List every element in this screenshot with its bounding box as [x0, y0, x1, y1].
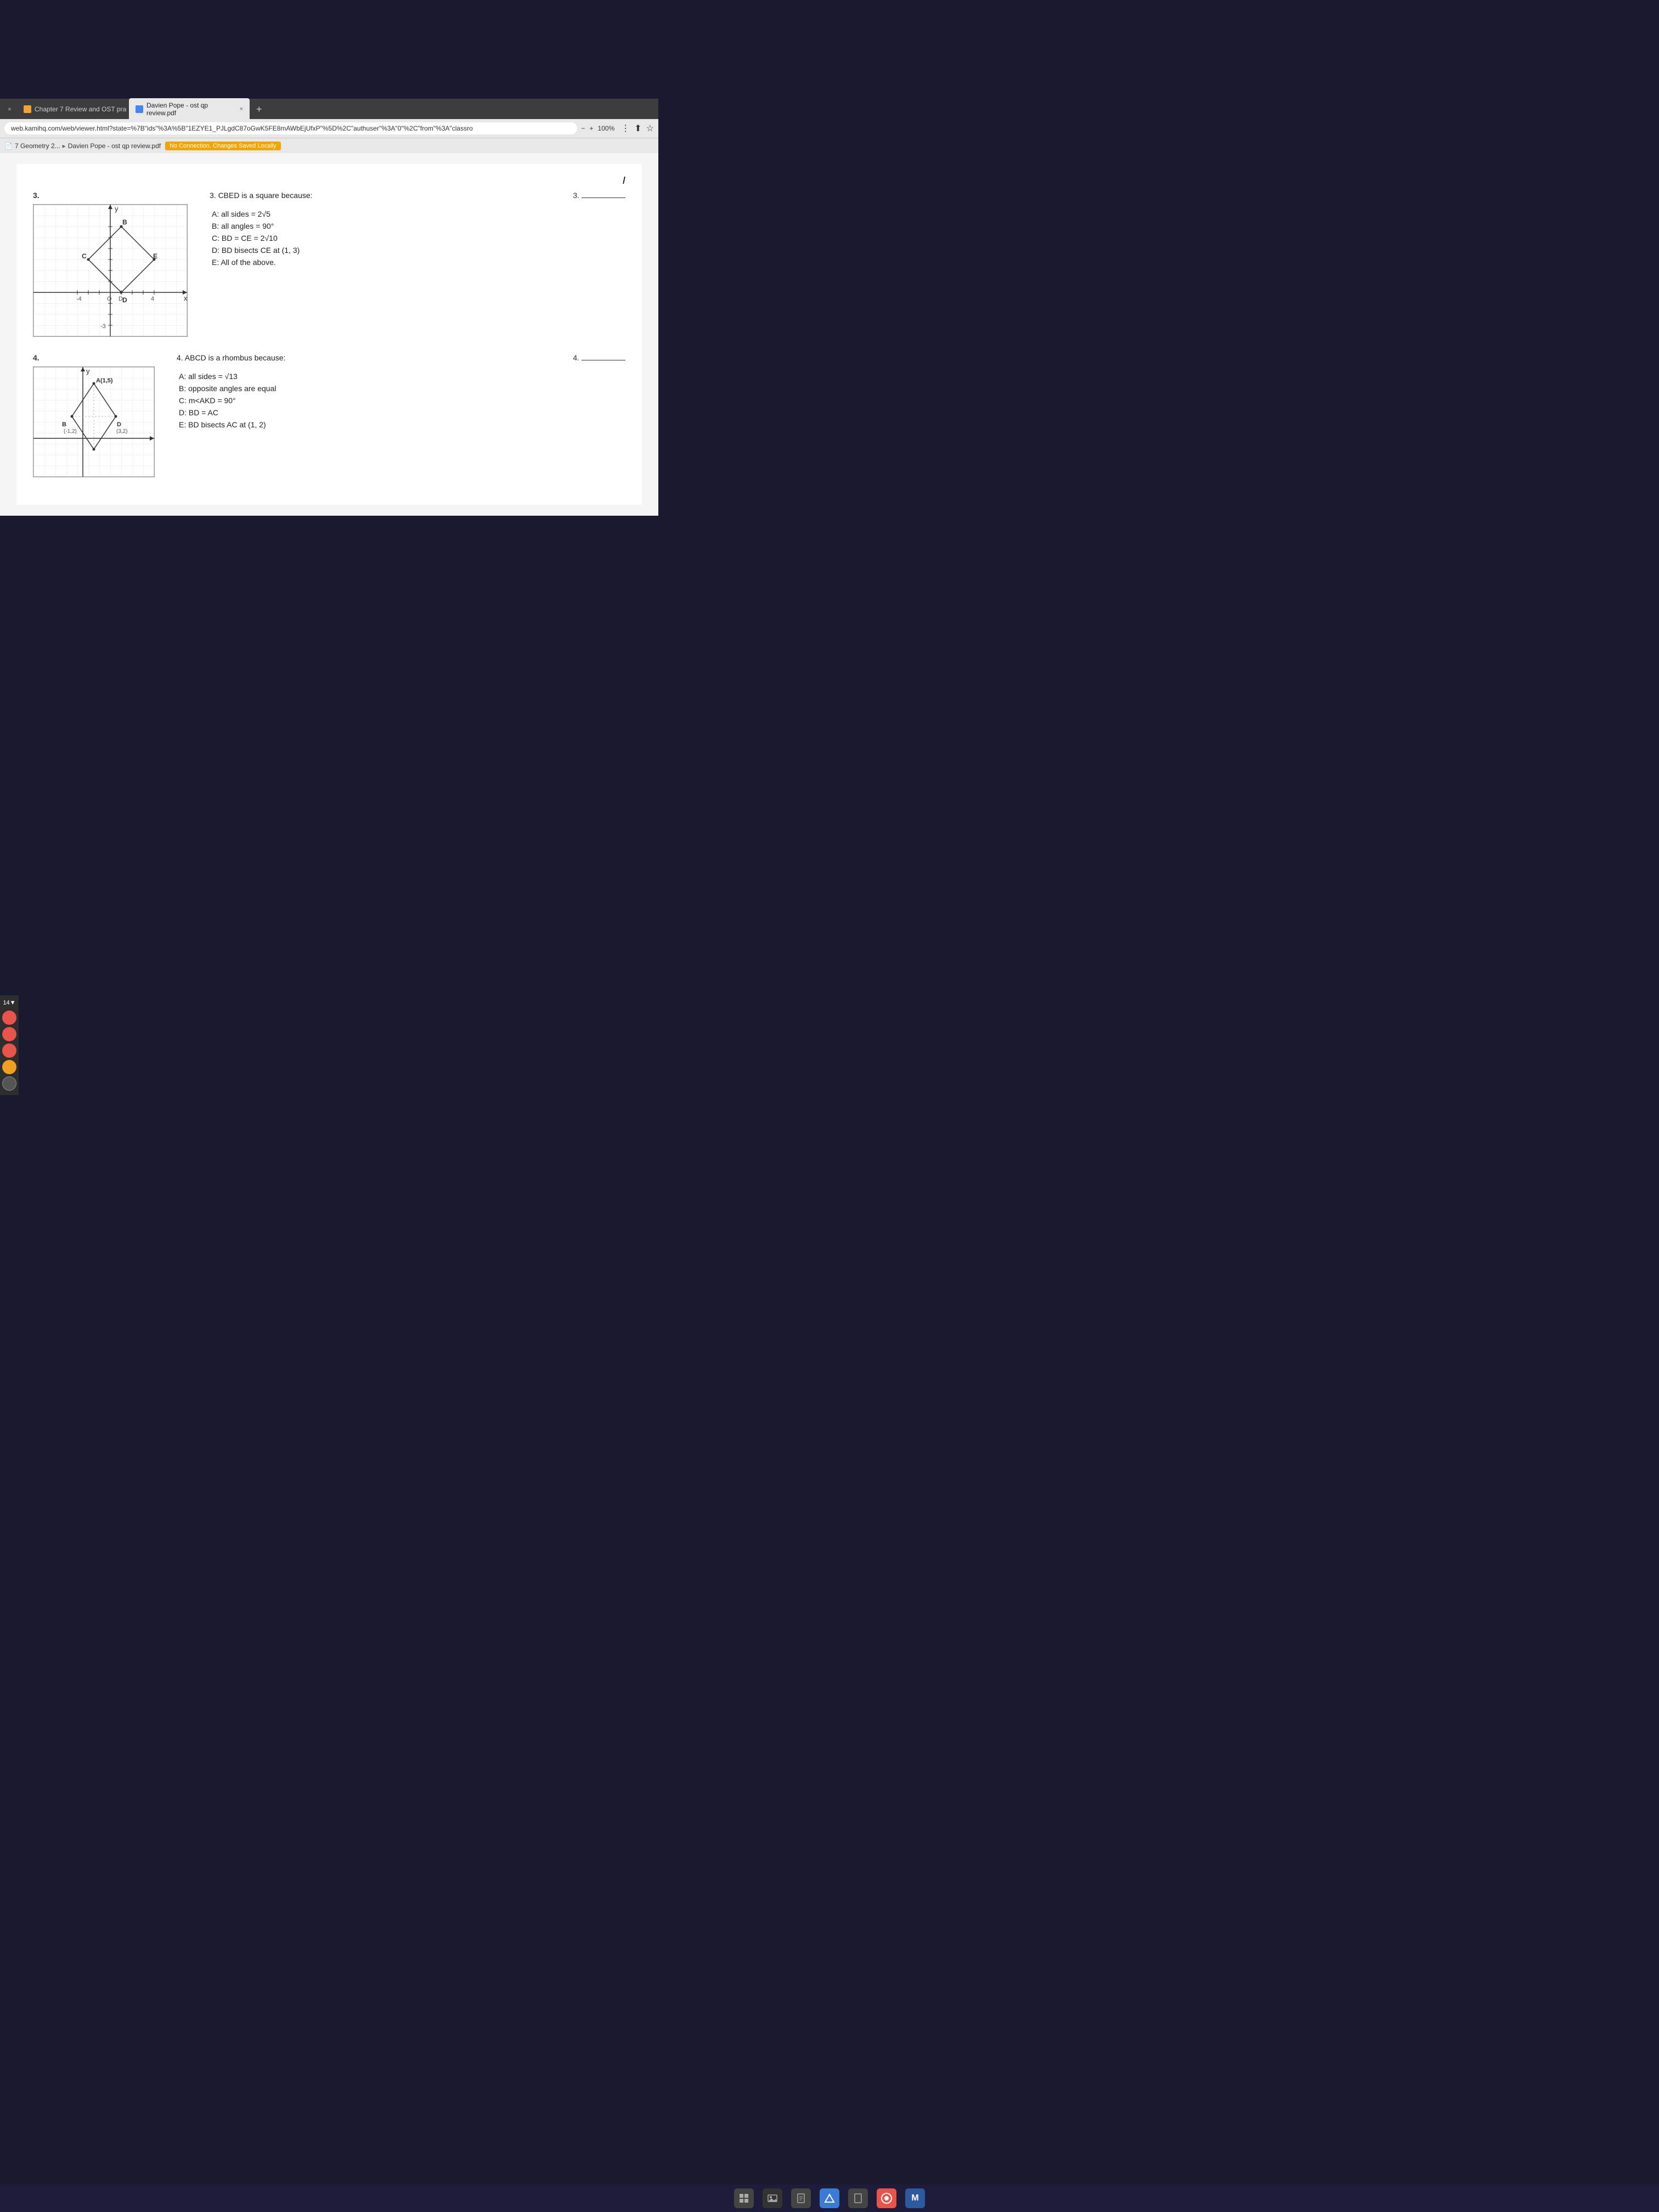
browser-chrome: × Chapter 7 Review and OST pract × Davie…	[0, 99, 658, 153]
taskbar: M	[0, 2185, 1659, 2212]
choice-3c: C: BD = CE = 2√10	[210, 234, 625, 242]
tab-favicon-active	[136, 105, 143, 113]
new-tab-button[interactable]: +	[252, 104, 267, 115]
cursor-indicator: 𝐼	[33, 175, 625, 187]
zoom-level: 100%	[598, 125, 615, 132]
address-bar-row: web.kamihq.com/web/viewer.html?state=%7B…	[0, 119, 658, 138]
problem-3-graph-area: 3.	[33, 191, 188, 337]
svg-text:x: x	[184, 294, 187, 302]
problem-4-grid: y A(1,5)	[33, 366, 155, 477]
tab-favicon-inactive	[24, 105, 31, 113]
problem-3-section: 3.	[33, 191, 625, 337]
breadcrumb-separator: ▸	[63, 142, 66, 150]
svg-text:O: O	[107, 296, 112, 302]
share-button[interactable]: ⬆	[634, 123, 641, 134]
problem-4-blank-label: 4.	[573, 353, 625, 362]
page-content: 𝐼 3.	[16, 164, 642, 505]
taskbar-grid-icon[interactable]	[734, 2188, 754, 2208]
toolbar-row: 📄 7 Geometry 2... ▸ Davien Pope - ost qp…	[0, 138, 658, 153]
svg-text:B: B	[62, 421, 66, 428]
tab-bar: × Chapter 7 Review and OST pract × Davie…	[0, 99, 658, 119]
m-label: M	[911, 2193, 918, 2203]
problem-4-graph-area: 4.	[33, 353, 155, 477]
taskbar-triangle-icon[interactable]	[820, 2188, 839, 2208]
sidebar-panel: 14▼	[0, 995, 19, 1095]
circle-btn-1[interactable]	[2, 1011, 16, 1025]
choice-4a: A: all sides = √13	[177, 372, 625, 381]
problem-4-svg: y A(1,5)	[33, 367, 154, 477]
plus-button[interactable]: +	[590, 125, 594, 132]
address-bar[interactable]: web.kamihq.com/web/viewer.html?state=%7B…	[4, 122, 577, 134]
problem-3-header: 3. CBED is a square because: 3.	[210, 191, 625, 205]
problem-4-section: 4.	[33, 353, 625, 477]
tab-active-label: Davien Pope - ost qp review.pdf	[146, 101, 234, 117]
svg-text:-4: -4	[76, 296, 82, 302]
problem-3-grid: y x -4 O D 4 -3	[33, 204, 188, 337]
svg-text:C: C	[82, 252, 87, 260]
svg-text:A(1,5): A(1,5)	[96, 377, 113, 384]
breadcrumb-root[interactable]: 7 Geometry 2...	[15, 142, 60, 150]
problem-4-choices: 4. ABCD is a rhombus because: 4. A: all …	[177, 353, 625, 432]
problem-4-header: 4. ABCD is a rhombus because: 4.	[177, 353, 625, 368]
tab-inactive-label: Chapter 7 Review and OST pract	[35, 105, 127, 113]
breadcrumb-icon: 📄	[4, 142, 13, 150]
choice-4d: D: BD = AC	[177, 408, 625, 417]
choice-3b: B: all angles = 90°	[210, 222, 625, 230]
taskbar-doc-icon[interactable]	[791, 2188, 811, 2208]
minus-button[interactable]: −	[582, 125, 585, 132]
choice-4c: C: m<AKD = 90°	[177, 396, 625, 405]
choice-3a: A: all sides = 2√5	[210, 210, 625, 218]
problem-3-svg: y x -4 O D 4 -3	[33, 205, 187, 336]
circle-btn-3[interactable]	[2, 1043, 16, 1058]
breadcrumb: 📄 7 Geometry 2... ▸ Davien Pope - ost qp…	[4, 142, 161, 150]
svg-text:-3: -3	[100, 323, 106, 330]
problem-4-number: 4.	[33, 353, 155, 362]
url-text: web.kamihq.com/web/viewer.html?state=%7B…	[11, 125, 473, 132]
choice-3e: E: All of the above.	[210, 258, 625, 267]
svg-text:y: y	[115, 205, 119, 213]
taskbar-m-icon[interactable]: M	[905, 2188, 925, 2208]
breadcrumb-child[interactable]: Davien Pope - ost qp review.pdf	[68, 142, 161, 150]
tab-active[interactable]: Davien Pope - ost qp review.pdf ×	[129, 98, 250, 120]
tab-inactive[interactable]: Chapter 7 Review and OST pract ×	[17, 102, 127, 116]
choice-4e: E: BD bisects AC at (1, 2)	[177, 420, 625, 429]
taskbar-doc2-icon[interactable]	[848, 2188, 868, 2208]
more-options-button[interactable]: ⋮	[621, 123, 630, 134]
circle-btn-2[interactable]	[2, 1027, 16, 1041]
problem-3-blank-label: 3.	[573, 191, 625, 200]
cursor-symbol: 𝐼	[623, 175, 625, 186]
svg-text:y: y	[86, 367, 90, 375]
problem-4-question: 4. ABCD is a rhombus because:	[177, 353, 285, 362]
close-button[interactable]: ×	[4, 104, 15, 114]
svg-text:B: B	[122, 218, 127, 226]
problem-3-number: 3.	[33, 191, 188, 200]
svg-text:(3,2): (3,2)	[116, 428, 128, 435]
problem-3-choices: 3. CBED is a square because: 3. A: all s…	[210, 191, 625, 270]
choice-3d: D: BD bisects CE at (1, 3)	[210, 246, 625, 255]
bookmark-button[interactable]: ☆	[646, 123, 654, 134]
svg-text:4: 4	[151, 296, 154, 302]
main-content: 𝐼 3.	[0, 153, 658, 516]
circle-btn-4[interactable]	[2, 1060, 16, 1074]
status-badge: No Connection. Changes Saved Locally	[165, 142, 280, 150]
circle-btn-5[interactable]	[2, 1076, 16, 1091]
taskbar-chrome-icon[interactable]	[877, 2188, 896, 2208]
tab-active-close[interactable]: ×	[240, 106, 243, 112]
status-text: No Connection. Changes Saved Locally	[170, 143, 276, 149]
svg-text:(-1,2): (-1,2)	[64, 428, 77, 435]
svg-text:D: D	[117, 421, 121, 428]
svg-text:D: D	[122, 296, 127, 304]
problem-3-question: 3. CBED is a square because:	[210, 191, 313, 200]
page-indicator: 14▼	[3, 1000, 15, 1006]
dark-background	[0, 0, 658, 99]
choice-4b: B: opposite angles are equal	[177, 384, 625, 393]
taskbar-image-icon[interactable]	[763, 2188, 782, 2208]
